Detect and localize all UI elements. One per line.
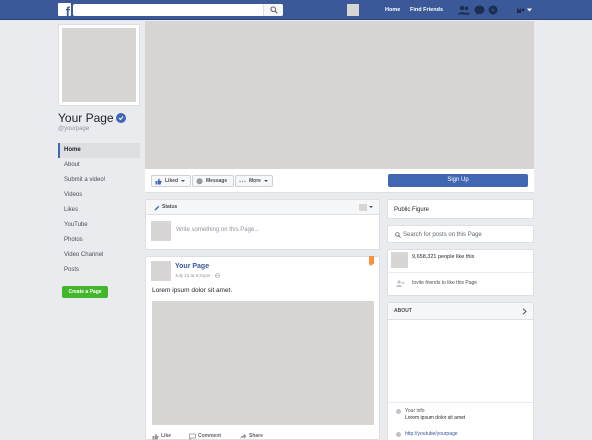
- like-button[interactable]: Like: [152, 433, 172, 440]
- search-placeholder: Search for posts on this Page: [403, 232, 482, 238]
- cover-photo[interactable]: [145, 21, 534, 169]
- search-input[interactable]: [73, 4, 283, 16]
- post-composer: Status Write something on this Page...: [145, 199, 380, 250]
- share-button[interactable]: Share: [240, 433, 263, 439]
- message-label: Message: [206, 178, 228, 184]
- nav-home-link[interactable]: Home: [385, 4, 400, 16]
- pinned-post-icon: [369, 256, 374, 266]
- about-header[interactable]: ABOUT: [388, 303, 533, 320]
- tab-status[interactable]: Status: [154, 200, 177, 215]
- chevron-down-icon: [181, 179, 186, 182]
- post-time-text: July 22 at 6:31pm ·: [175, 273, 215, 278]
- post-image[interactable]: [152, 301, 374, 425]
- page-action-bar: Liked Message More Sign Up: [145, 169, 534, 193]
- sidebar-item-video-channel[interactable]: Video Channel: [58, 248, 140, 263]
- comment-button[interactable]: Comment: [189, 433, 222, 440]
- search-icon: [395, 232, 401, 238]
- logo-letter: f: [65, 4, 70, 19]
- page-handle[interactable]: @yourpage: [58, 126, 89, 132]
- thumbs-up-icon: [152, 433, 159, 440]
- sidebar-item-photos[interactable]: Photos: [58, 233, 140, 248]
- globe-icon: [396, 432, 401, 437]
- like-label: Like: [161, 433, 172, 439]
- profile-picture-placeholder: [62, 28, 136, 102]
- notifications-icon[interactable]: [488, 5, 498, 15]
- audience-caret-icon[interactable]: [369, 206, 373, 208]
- page-title[interactable]: Your Page: [58, 111, 114, 125]
- add-friend-icon: [396, 280, 405, 287]
- message-button[interactable]: Message: [192, 175, 234, 187]
- chevron-down-icon: [264, 179, 269, 182]
- friends-icon[interactable]: [458, 5, 470, 15]
- sidebar-item-submit-video[interactable]: Submit a video!: [58, 173, 140, 188]
- messenger-icon: [196, 178, 203, 185]
- ellipsis-icon: [239, 180, 246, 183]
- divider: [388, 402, 533, 403]
- comment-label: Comment: [198, 433, 222, 439]
- top-navigation-bar: f Home Find Friends: [0, 0, 592, 20]
- share-label: Share: [249, 433, 263, 439]
- website-link[interactable]: http://youtube/yourpage: [405, 431, 458, 437]
- sidebar-item-posts[interactable]: Posts: [58, 263, 140, 278]
- info-value: Lorem ipsum dolor sit amet: [405, 415, 466, 421]
- create-page-button[interactable]: Create a Page: [62, 286, 108, 298]
- verified-check-icon: [116, 113, 126, 123]
- more-button[interactable]: More: [235, 175, 273, 187]
- account-caret-icon[interactable]: [516, 5, 534, 15]
- status-label: Status: [162, 204, 178, 210]
- thumbs-up-icon: [155, 178, 162, 185]
- post-avatar[interactable]: [151, 261, 171, 281]
- divider: [388, 272, 533, 273]
- pencil-icon: [154, 205, 160, 211]
- likes-thumbnail: [391, 252, 408, 268]
- page-category[interactable]: Public Figure: [387, 199, 534, 219]
- facebook-logo[interactable]: f: [58, 3, 71, 19]
- comment-icon: [189, 433, 196, 440]
- likes-count[interactable]: 9,658,321 people like this: [412, 254, 474, 260]
- sidebar-item-youtube[interactable]: YouTube: [58, 218, 140, 233]
- info-label: Your info: [405, 408, 425, 414]
- audience-selector[interactable]: [359, 204, 367, 211]
- profile-avatar[interactable]: [347, 4, 359, 16]
- messages-icon[interactable]: [474, 5, 485, 15]
- composer-header: Status: [146, 200, 379, 215]
- composer-input[interactable]: Write something on this Page...: [176, 227, 259, 233]
- chevron-right-icon[interactable]: [522, 308, 527, 315]
- nav-find-friends-link[interactable]: Find Friends: [410, 4, 443, 16]
- sidebar-item-home[interactable]: Home: [58, 143, 140, 158]
- help-icon[interactable]: [502, 5, 505, 15]
- composer-avatar: [151, 221, 171, 241]
- profile-picture[interactable]: [58, 24, 140, 106]
- sidebar-item-videos[interactable]: Videos: [58, 188, 140, 203]
- magnifier-icon: [270, 6, 278, 14]
- page-search-input[interactable]: Search for posts on this Page: [387, 225, 534, 243]
- about-card: ABOUT Your info Lorem ipsum dolor sit am…: [387, 302, 534, 440]
- post-author[interactable]: Your Page: [175, 263, 209, 270]
- post-text: Lorem ipsum dolor sit amet.: [152, 287, 233, 294]
- about-title: ABOUT: [394, 308, 412, 314]
- sidebar-nav: Home About Submit a video! Videos Likes …: [58, 143, 140, 278]
- search-button[interactable]: [263, 4, 283, 16]
- liked-button[interactable]: Liked: [151, 175, 191, 187]
- info-icon: [396, 409, 401, 414]
- sidebar-item-likes[interactable]: Likes: [58, 203, 140, 218]
- liked-label: Liked: [165, 178, 179, 184]
- feed-post: Your Page July 22 at 6:31pm · Lorem ipsu…: [145, 256, 380, 440]
- share-icon: [240, 433, 247, 439]
- likes-card: 9,658,321 people like this Invite friend…: [387, 249, 534, 296]
- post-timestamp[interactable]: July 22 at 6:31pm ·: [175, 273, 220, 279]
- sign-up-button[interactable]: Sign Up: [388, 174, 528, 187]
- invite-friends-link[interactable]: Invite friends to like this Page: [412, 280, 477, 286]
- sidebar-item-about[interactable]: About: [58, 158, 140, 173]
- more-label: More: [249, 178, 261, 184]
- globe-icon: [214, 273, 220, 279]
- post-actions: Like Comment Share: [146, 431, 379, 440]
